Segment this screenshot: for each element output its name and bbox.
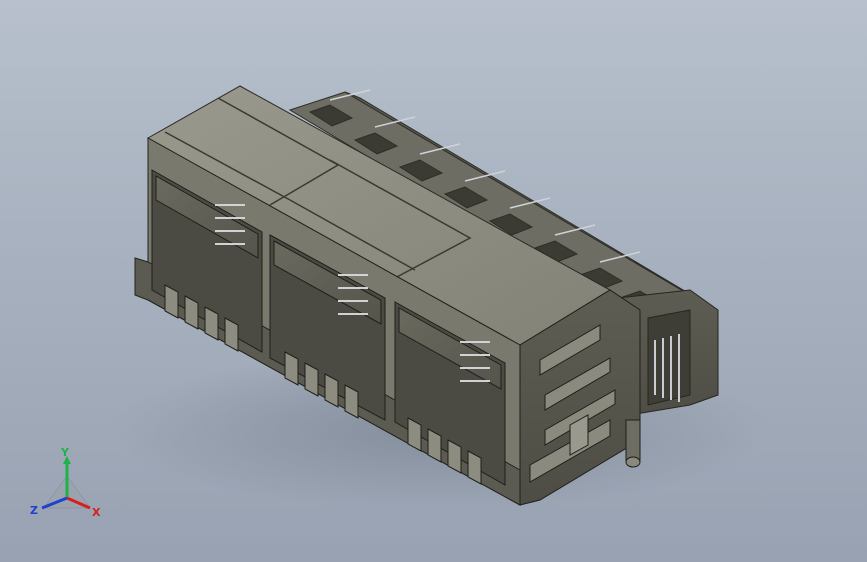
3d-viewport[interactable]: Y X Z — [0, 0, 867, 562]
mounting-peg — [625, 419, 641, 468]
orientation-triad: Y X Z — [30, 446, 101, 519]
z-axis-label: Z — [30, 504, 38, 517]
y-axis-label: Y — [60, 446, 70, 459]
rj45-connector-model[interactable] — [0, 0, 867, 562]
x-axis-label: X — [92, 506, 101, 519]
